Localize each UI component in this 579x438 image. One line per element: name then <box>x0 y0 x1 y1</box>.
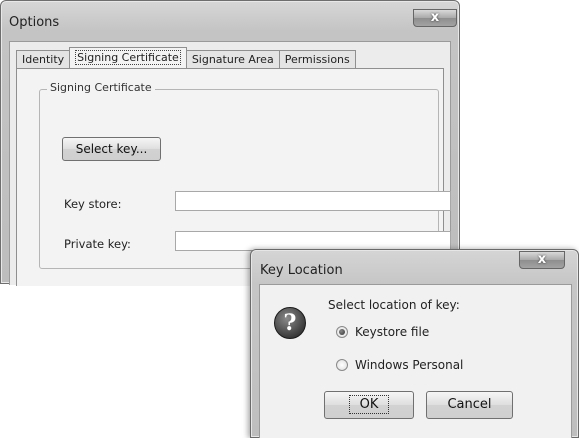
options-close-button[interactable]: x <box>413 9 457 27</box>
tab-signing-certificate[interactable]: Signing Certificate <box>69 47 187 68</box>
private-key-field[interactable] <box>175 231 451 251</box>
radio-windows-personal-label: Windows Personal <box>355 358 464 372</box>
key-location-client-area: ? Select location of key: Keystore file … <box>259 284 572 438</box>
tab-identity[interactable]: Identity <box>16 50 71 68</box>
ok-button[interactable]: OK <box>324 391 414 419</box>
private-key-label: Private key: <box>64 237 131 251</box>
key-location-title: Key Location <box>260 263 343 278</box>
key-location-dialog: Key Location x ? Select location of key:… <box>250 249 579 438</box>
radio-unselected-icon[interactable] <box>336 359 348 371</box>
select-key-button[interactable]: Select key... <box>62 137 161 161</box>
key-location-close-button[interactable]: x <box>519 251 565 269</box>
ok-button-label: OK <box>348 395 390 414</box>
close-icon: x <box>430 10 440 25</box>
options-window: Options x Identity Signing Certificate S… <box>0 0 460 286</box>
radio-keystore-file-label: Keystore file <box>355 325 430 339</box>
cancel-button[interactable]: Cancel <box>426 391 513 419</box>
key-store-label: Key store: <box>64 197 122 211</box>
tab-strip: Identity Signing Certificate Signature A… <box>16 47 356 68</box>
tab-signature-area[interactable]: Signature Area <box>185 50 280 68</box>
signing-certificate-group-title: Signing Certificate <box>47 81 155 94</box>
radio-windows-personal[interactable]: Windows Personal <box>336 358 463 372</box>
key-location-prompt: Select location of key: <box>328 298 460 312</box>
close-icon: x <box>537 252 547 267</box>
key-store-field[interactable] <box>175 191 451 211</box>
radio-selected-icon[interactable] <box>336 326 348 338</box>
options-window-title: Options <box>9 15 60 30</box>
question-icon: ? <box>274 307 306 339</box>
radio-keystore-file[interactable]: Keystore file <box>336 325 429 339</box>
tab-signing-certificate-label: Signing Certificate <box>75 50 181 65</box>
tab-permissions[interactable]: Permissions <box>278 50 356 68</box>
